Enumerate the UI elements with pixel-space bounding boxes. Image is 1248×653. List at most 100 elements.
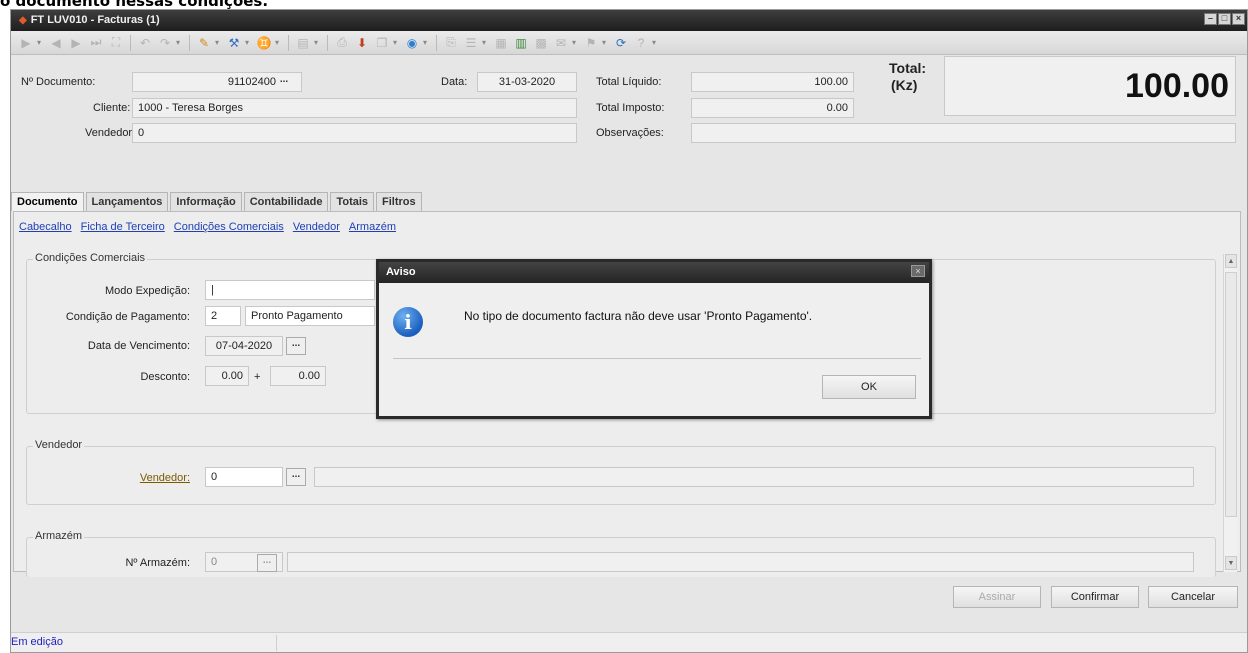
net-total-label: Total Líquido: [596,76,662,88]
dropdown-icon[interactable]: ▾ [652,38,660,47]
tab-filtros[interactable]: Filtros [376,192,422,211]
warning-dialog: Aviso × i No tipo de documento factura n… [376,259,932,419]
tax-total-label: Total Imposto: [596,102,665,114]
status-text: Em edição [11,636,63,648]
due-date-field[interactable]: 07-04-2020 [205,336,283,356]
nav-next-icon[interactable]: ▶ [67,34,85,52]
vendor-link[interactable]: Vendedor: [140,472,190,484]
filter-icon[interactable]: ⚑ [582,34,600,52]
toolbar-separator [436,34,437,51]
link-armazem[interactable]: Armazém [349,221,396,233]
dropdown-icon[interactable]: ▾ [482,38,490,47]
link-condicoes-comerciais[interactable]: Condições Comerciais [174,221,284,233]
warehouse-group: Armazém Nº Armazém: 0 ... [26,530,1216,577]
export-icon[interactable]: ⬇ [353,34,371,52]
dropdown-icon[interactable]: ▾ [37,38,45,47]
dropdown-icon[interactable]: ▾ [314,38,322,47]
doc-number-lookup-button[interactable]: ... [274,74,294,92]
discount-label: Desconto: [140,371,190,383]
attach-icon[interactable]: ⎘ [442,34,460,52]
doc-number-label: Nº Documento: [21,76,96,88]
dialog-title: Aviso [379,262,929,283]
tab-informacao[interactable]: Informação [170,192,242,211]
edit-pencil-icon[interactable]: ✎ [195,34,213,52]
scroll-down-icon[interactable]: ▼ [1225,556,1237,570]
tab-totais[interactable]: Totais [330,192,375,211]
discount-plus-sign: + [254,371,261,383]
shipping-mode-field[interactable]: | [205,280,375,300]
total-value: 100.00 [944,56,1236,116]
dropdown-icon[interactable]: ▾ [602,38,610,47]
total-label: Total: [889,60,927,76]
calculator-icon[interactable]: ▥ [512,34,530,52]
dropdown-icon[interactable]: ▾ [423,38,431,47]
maximize-icon[interactable]: □ [1218,13,1231,25]
discount-2-field[interactable]: 0.00 [270,366,326,386]
seller-field[interactable]: 0 [132,123,577,143]
toolbar-separator [288,34,289,51]
link-ficha-terceiro[interactable]: Ficha de Terceiro [81,221,165,233]
seller-label: Vendedor: [85,127,136,139]
dropdown-icon[interactable]: ▾ [215,38,223,47]
facturas-window: ◆ FT LUV010 - Facturas (1) – □ × ▶ ▾ ◀ ▶ ⏭… [10,9,1248,653]
nav-prev-icon[interactable]: ◀ [47,34,65,52]
mail-icon[interactable]: ✉ [552,34,570,52]
tab-lancamentos[interactable]: Lançamentos [85,192,169,211]
warehouse-number-label: Nº Armazém: [125,557,190,569]
toolbar-separator [130,34,131,51]
section-links: Cabecalho Ficha de Terceiro Condições Co… [19,221,396,233]
dropdown-icon[interactable]: ▾ [275,38,283,47]
warehouse-lookup-button[interactable]: ... [257,554,277,572]
observations-field[interactable] [691,123,1236,143]
client-field[interactable]: 1000 - Teresa Borges [132,98,577,118]
binoculars-small-icon[interactable]: ⛶ [107,34,125,52]
warehouse-group-title: Armazém [33,530,85,542]
panel-scrollbar[interactable]: ▲ ▼ [1223,254,1237,572]
date-field[interactable]: 31-03-2020 [477,72,577,92]
help-icon[interactable]: ? [632,34,650,52]
dialog-message: No tipo de documento factura não deve us… [464,309,813,323]
ok-button[interactable]: OK [822,375,916,399]
dropdown-icon[interactable]: ▾ [176,38,184,47]
main-tabs: Documento Lançamentos Informação Contabi… [11,192,422,211]
due-date-picker-button[interactable]: ... [286,337,306,355]
tools-icon[interactable]: ⚒ [225,34,243,52]
dropdown-icon[interactable]: ▾ [245,38,253,47]
dropdown-icon[interactable]: ▾ [393,38,401,47]
confirm-button[interactable]: Confirmar [1051,586,1139,608]
payment-condition-code[interactable]: 2 [205,306,241,326]
list-icon[interactable]: ☰ [462,34,480,52]
link-vendedor[interactable]: Vendedor [293,221,340,233]
nav-first-icon[interactable]: ▶ [17,34,35,52]
undo-icon[interactable]: ↶ [136,34,154,52]
cancel-button[interactable]: Cancelar [1148,586,1238,608]
redo-icon[interactable]: ↷ [156,34,174,52]
vendor-lookup-button[interactable]: ... [286,468,306,486]
copy-icon[interactable]: ❐ [373,34,391,52]
chart-icon[interactable]: ▩ [532,34,550,52]
dropdown-icon[interactable]: ▾ [572,38,580,47]
vendor-code-field[interactable]: 0 [205,467,283,487]
due-date-label: Data de Vencimento: [87,340,190,352]
discount-1-field[interactable]: 0.00 [205,366,249,386]
scroll-up-icon[interactable]: ▲ [1225,254,1237,268]
grid-icon[interactable]: ▦ [492,34,510,52]
sign-button[interactable]: Assinar [953,586,1041,608]
refresh-icon[interactable]: ⟳ [612,34,630,52]
globe-icon[interactable]: ◉ [403,34,421,52]
client-label: Cliente: [93,102,131,114]
nav-last-icon[interactable]: ⏭ [87,34,105,52]
commercial-conditions-title: Condições Comerciais [33,252,148,264]
tab-contabilidade[interactable]: Contabilidade [243,192,329,211]
dialog-close-icon[interactable]: × [911,265,925,277]
payment-condition-label: Condição de Pagamento: [65,311,190,323]
print-icon[interactable]: ⎙ [333,34,351,52]
scroll-thumb[interactable] [1225,272,1237,517]
observations-label: Observações: [596,127,664,139]
close-icon[interactable]: × [1232,13,1245,25]
document-icon[interactable]: ▤ [294,34,312,52]
binoculars-icon[interactable]: ♊ [255,34,273,52]
link-cabecalho[interactable]: Cabecalho [19,221,72,233]
tab-documento[interactable]: Documento [11,192,84,211]
minimize-icon[interactable]: – [1204,13,1217,25]
